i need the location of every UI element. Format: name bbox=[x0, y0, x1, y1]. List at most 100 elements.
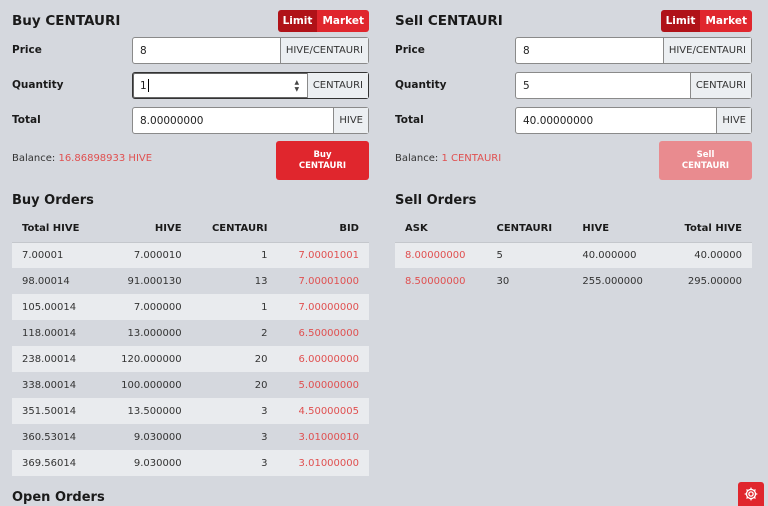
sell-price-field: 8 HIVE/CENTAURI bbox=[515, 37, 752, 64]
buy-order-cell: 13.000000 bbox=[127, 327, 182, 339]
buy-balance: Balance: 16.86898933 HIVE bbox=[12, 153, 152, 164]
gear-icon bbox=[744, 487, 758, 501]
sell-col-ask: ASK bbox=[395, 216, 487, 243]
buy-quantity-value: 1 bbox=[140, 79, 147, 92]
buy-order-row[interactable]: 238.00014 120.000000 20 6.00000000 bbox=[12, 346, 369, 372]
buy-col-centauri: CENTAURI bbox=[191, 216, 278, 243]
buy-price-unit: HIVE/CENTAURI bbox=[279, 38, 368, 63]
buy-order-cell: 238.00014 bbox=[22, 353, 77, 365]
buy-order-cell: 351.50014 bbox=[22, 405, 77, 417]
buy-order-cell[interactable]: 4.50000005 bbox=[278, 398, 370, 424]
sell-button-line2: CENTAURI bbox=[681, 160, 730, 171]
sell-market-tab[interactable]: Market bbox=[700, 10, 752, 32]
buy-order-cell: 13 bbox=[254, 275, 268, 287]
sell-order-type-toggle: Limit Market bbox=[660, 10, 752, 32]
sell-col-total-hive: Total HIVE bbox=[663, 216, 752, 243]
buy-order-cell[interactable]: 7.00001000 bbox=[278, 268, 370, 294]
buy-order-cell: 98.00014 bbox=[22, 275, 70, 287]
sell-balance-amount[interactable]: 1 CENTAURI bbox=[441, 153, 501, 164]
sell-button-line1: Sell bbox=[696, 149, 715, 160]
sell-order-cell: 255.000000 bbox=[582, 275, 643, 287]
buy-order-cell: 7.000010 bbox=[133, 249, 182, 261]
buy-col-total-hive: Total HIVE bbox=[12, 216, 101, 243]
buy-market-tab[interactable]: Market bbox=[317, 10, 369, 32]
sell-order-row[interactable]: 8.50000000 30 255.000000 295.00000 bbox=[395, 268, 752, 294]
buy-order-row[interactable]: 105.00014 7.000000 1 7.00000000 bbox=[12, 294, 369, 320]
buy-order-row[interactable]: 7.00001 7.000010 1 7.00001001 bbox=[12, 242, 369, 268]
buy-order-cell: 7.00001 bbox=[22, 249, 64, 261]
sell-total-field: 40.00000000 HIVE bbox=[515, 107, 752, 134]
sell-order-cell[interactable]: 8.50000000 bbox=[395, 268, 486, 294]
buy-order-row[interactable]: 118.00014 13.000000 2 6.50000000 bbox=[12, 320, 369, 346]
sell-quantity-unit: CENTAURI bbox=[689, 73, 751, 98]
buy-price-input[interactable]: 8 bbox=[133, 38, 280, 63]
buy-order-cell[interactable]: 3.01000000 bbox=[278, 450, 370, 476]
buy-order-cell: 118.00014 bbox=[22, 327, 77, 339]
buy-order-cell: 9.030000 bbox=[133, 431, 182, 443]
buy-balance-amount[interactable]: 16.86898933 HIVE bbox=[58, 153, 152, 164]
buy-button[interactable]: Buy CENTAURI bbox=[276, 141, 369, 180]
buy-order-cell: 91.000130 bbox=[127, 275, 182, 287]
buy-order-cell: 13.500000 bbox=[127, 405, 182, 417]
buy-orders-header-row: Total HIVE HIVE CENTAURI BID bbox=[12, 216, 369, 243]
sell-quantity-label: Quantity bbox=[395, 79, 447, 91]
buy-total-unit: HIVE bbox=[333, 108, 368, 133]
sell-title: Sell CENTAURI bbox=[395, 13, 503, 29]
sell-order-cell: 40.00000 bbox=[694, 249, 742, 261]
buy-order-row[interactable]: 360.53014 9.030000 3 3.01000010 bbox=[12, 424, 369, 450]
sell-quantity-field: 5 CENTAURI bbox=[515, 72, 752, 99]
sell-order-cell: 30 bbox=[496, 275, 510, 287]
sell-price-unit: HIVE/CENTAURI bbox=[662, 38, 751, 63]
buy-total-field: 8.00000000 HIVE bbox=[132, 107, 369, 134]
buy-order-cell: 2 bbox=[261, 327, 268, 339]
buy-quantity-input[interactable]: 1 bbox=[133, 73, 291, 98]
buy-orders-table: Total HIVE HIVE CENTAURI BID 7.00001 7.00… bbox=[12, 216, 369, 476]
buy-quantity-field: 1 ▲ ▼ CENTAURI bbox=[132, 72, 369, 99]
sell-order-cell[interactable]: 8.00000000 bbox=[395, 242, 486, 268]
buy-order-cell[interactable]: 6.00000000 bbox=[278, 346, 370, 372]
sell-quantity-input[interactable]: 5 bbox=[516, 73, 690, 98]
buy-order-row[interactable]: 338.00014 100.000000 20 5.00000000 bbox=[12, 372, 369, 398]
sell-balance-label: Balance: bbox=[395, 153, 439, 164]
buy-col-hive: HIVE bbox=[100, 216, 192, 243]
text-caret bbox=[147, 79, 149, 92]
buy-price-label: Price bbox=[12, 44, 42, 56]
sell-orders-table: ASK CENTAURI HIVE Total HIVE 8.00000000 5… bbox=[395, 216, 752, 294]
buy-order-cell[interactable]: 7.00001001 bbox=[278, 242, 370, 268]
buy-order-cell: 360.53014 bbox=[22, 431, 77, 443]
buy-balance-label: Balance: bbox=[12, 153, 56, 164]
sell-total-input[interactable]: 40.00000000 bbox=[516, 108, 716, 133]
sell-price-input[interactable]: 8 bbox=[516, 38, 663, 63]
buy-button-line1: Buy bbox=[313, 149, 332, 160]
buy-title: Buy CENTAURI bbox=[12, 13, 121, 29]
buy-order-cell[interactable]: 3.01000010 bbox=[278, 424, 370, 450]
sell-col-hive: HIVE bbox=[572, 216, 664, 243]
buy-order-cell: 20 bbox=[254, 379, 268, 391]
spinner-arrows-icon[interactable]: ▲ ▼ bbox=[291, 73, 303, 98]
sell-balance: Balance: 1 CENTAURI bbox=[395, 153, 501, 164]
buy-order-cell: 338.00014 bbox=[22, 379, 77, 391]
buy-limit-tab[interactable]: Limit bbox=[277, 10, 318, 32]
buy-order-cell[interactable]: 6.50000000 bbox=[278, 320, 370, 346]
sell-order-row[interactable]: 8.00000000 5 40.000000 40.00000 bbox=[395, 242, 752, 268]
buy-orders-title: Buy Orders bbox=[12, 193, 94, 208]
buy-order-row[interactable]: 351.50014 13.500000 3 4.50000005 bbox=[12, 398, 369, 424]
buy-order-cell: 9.030000 bbox=[133, 457, 182, 469]
buy-order-cell: 120.000000 bbox=[121, 353, 182, 365]
sell-price-label: Price bbox=[395, 44, 425, 56]
buy-order-row[interactable]: 369.56014 9.030000 3 3.01000000 bbox=[12, 450, 369, 476]
buy-order-row[interactable]: 98.00014 91.000130 13 7.00001000 bbox=[12, 268, 369, 294]
buy-order-cell: 3 bbox=[261, 457, 268, 469]
buy-order-cell: 1 bbox=[261, 301, 268, 313]
buy-order-cell: 20 bbox=[254, 353, 268, 365]
sell-limit-tab[interactable]: Limit bbox=[660, 10, 701, 32]
buy-quantity-label: Quantity bbox=[12, 79, 64, 91]
buy-order-cell: 7.000000 bbox=[133, 301, 182, 313]
sell-button[interactable]: Sell CENTAURI bbox=[659, 141, 752, 180]
settings-button[interactable] bbox=[738, 482, 764, 506]
buy-order-cell[interactable]: 5.00000000 bbox=[278, 372, 370, 398]
sell-orders-header-row: ASK CENTAURI HIVE Total HIVE bbox=[395, 216, 752, 243]
buy-total-input[interactable]: 8.00000000 bbox=[133, 108, 333, 133]
sell-col-centauri: CENTAURI bbox=[486, 216, 573, 243]
buy-order-cell[interactable]: 7.00000000 bbox=[278, 294, 370, 320]
